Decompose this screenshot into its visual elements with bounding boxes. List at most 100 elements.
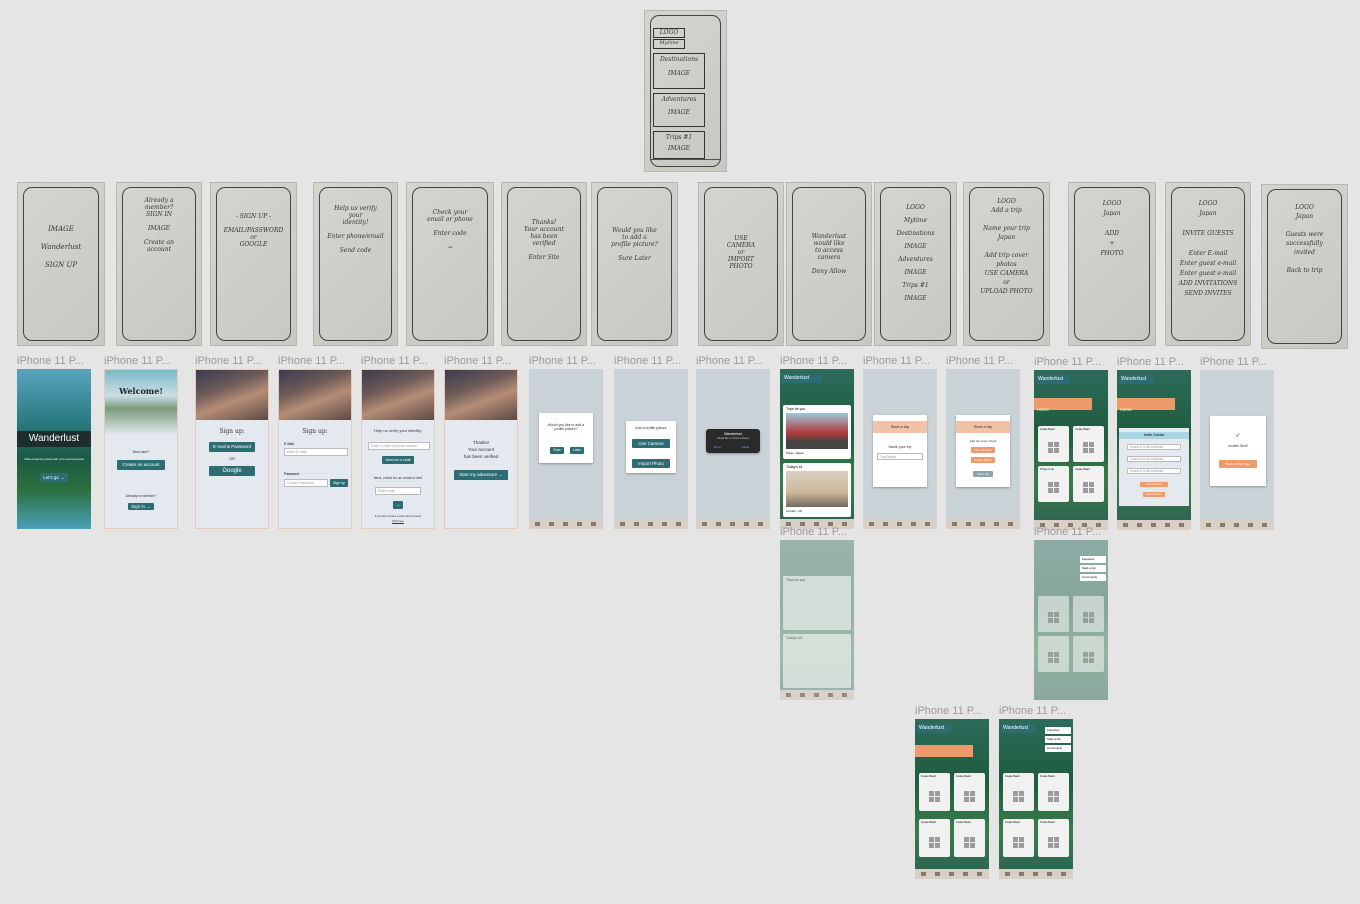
menu-start-trip[interactable]: Start a trip — [1045, 736, 1071, 743]
frame-invite-done[interactable]: ✓ Invites Sent! Back to Trip Page — [1200, 370, 1274, 530]
menu-community[interactable]: Community — [1045, 745, 1071, 752]
frame-label[interactable]: iPhone 11 P... — [999, 705, 1077, 717]
frame-label[interactable]: iPhone 11 P... — [444, 355, 522, 367]
board-tile[interactable]: Create Board — [954, 773, 985, 811]
sketch-7[interactable]: Would you like to add a profile picture?… — [591, 182, 678, 346]
frame-label[interactable]: iPhone 11 P... — [529, 355, 607, 367]
frame-start-trip[interactable]: Start a trip Name your trip Trip Name — [863, 369, 937, 529]
sketch-8[interactable]: USE CAMERA or IMPORT PHOTO — [698, 182, 784, 346]
frame-label[interactable]: iPhone 11 P... — [1034, 526, 1112, 538]
deny-button[interactable]: Deny — [714, 445, 721, 449]
sketch-11[interactable]: LOGO Add a trip Name your trip Japan Add… — [963, 182, 1050, 346]
sketch-6[interactable]: Thanks! Your account has been verified E… — [501, 182, 587, 346]
frame-verify[interactable]: Help us verify your identity: Enter e-ma… — [361, 369, 435, 529]
trips-for-you-card[interactable]: Trips for you Tokyo, Japan — [783, 405, 851, 459]
frame-label[interactable]: iPhone 11 P... — [195, 355, 273, 367]
frame-verified[interactable]: Thanks! Your account has been verified S… — [444, 369, 518, 529]
save-trip-button[interactable]: Save trip — [973, 471, 993, 477]
frame-welcome[interactable]: Welcome! New user? Create an account Alr… — [104, 369, 178, 529]
submit-code-button[interactable]: → — [393, 501, 403, 509]
board-tile[interactable]: Things to do — [1038, 466, 1069, 502]
frame-label[interactable]: iPhone 11 P... — [17, 355, 95, 367]
contact-input[interactable]: Enter e-mail or phone number — [368, 442, 430, 450]
frame-camera-permission[interactable]: Wanderlust Would like to access camera D… — [696, 369, 770, 529]
frame-label[interactable]: iPhone 11 P... — [614, 355, 692, 367]
frame-label[interactable]: iPhone 11 P... — [780, 526, 858, 538]
allow-button[interactable]: Allow — [742, 445, 749, 449]
google-button[interactable]: Google — [209, 466, 255, 476]
frame-label[interactable]: iPhone 11 P... — [946, 355, 1024, 367]
sketch-10[interactable]: LOGO Mytime Destinations IMAGE Adventure… — [874, 182, 957, 346]
todays-top-card[interactable]: Today's #1 London, UK — [783, 463, 851, 517]
sketch-2[interactable]: Already a member? SIGN IN IMAGE Create a… — [116, 182, 202, 346]
frame-splash[interactable]: Wanderlust Make amazing travel with a fu… — [17, 369, 91, 529]
board-tile[interactable]: Create Board — [954, 819, 985, 857]
send-code-button[interactable]: Send me a code — [382, 456, 414, 464]
frame-trip-board-alt[interactable]: Wanderlust Create Board Create Board Cre… — [915, 719, 989, 879]
menu-favorites[interactable]: Favorites — [1045, 727, 1071, 734]
frame-label[interactable]: iPhone 11 P... — [1034, 356, 1112, 368]
sketch-3[interactable]: - SIGN UP - EMAIL/PASSWORD or GOOGLE — [210, 182, 297, 346]
add-invitation-button[interactable]: Add invitation — [1140, 482, 1168, 487]
trip-name-input[interactable]: Trip Name — [877, 453, 923, 460]
menu-community[interactable]: Community — [1080, 574, 1106, 581]
board-tile[interactable]: Create Board — [1073, 466, 1104, 502]
board-tile[interactable]: Create Board — [1038, 426, 1069, 462]
frame-label[interactable]: iPhone 11 P... — [915, 705, 993, 717]
email-password-button[interactable]: E-mail & Password — [209, 442, 255, 452]
use-camera-button[interactable]: Use camera — [971, 447, 995, 453]
resend-link[interactable]: click here — [362, 519, 434, 523]
frame-label[interactable]: iPhone 11 P... — [278, 355, 356, 367]
board-tile[interactable]: Create Board — [1038, 773, 1069, 811]
signup-submit-button[interactable]: Sign up — [330, 479, 348, 487]
sure-button[interactable]: Sure — [550, 447, 564, 454]
send-invites-button[interactable]: Send invites — [1143, 492, 1165, 497]
frame-label[interactable]: iPhone 11 P... — [361, 355, 439, 367]
frame-trip-board[interactable]: Wanderlust PARIS Create Board Create Boa… — [1034, 370, 1108, 530]
menu-start-trip[interactable]: Start a trip — [1080, 565, 1106, 572]
frame-start-trip-photo[interactable]: Start a trip Add trip cover photo Use ca… — [946, 369, 1020, 529]
board-tile[interactable]: Create Board — [1038, 819, 1069, 857]
create-account-button[interactable]: Create an account — [117, 460, 165, 470]
password-input[interactable]: Create Password — [284, 479, 328, 487]
use-camera-button[interactable]: Use Camera — [632, 439, 670, 448]
import-photo-button[interactable]: Import Photo — [632, 459, 670, 468]
frame-invite[interactable]: Wanderlust PARIS Invite Guests Guest e-m… — [1117, 370, 1191, 530]
sketch-12[interactable]: LOGO Japan ADD + PHOTO — [1068, 182, 1156, 346]
sign-in-button[interactable]: Sign in → — [128, 503, 154, 510]
sketch-home-wireframe[interactable]: LOGO Mytime Destinations IMAGE Adventures… — [644, 10, 727, 172]
frame-trip-menu[interactable]: Favorites Start a trip Community — [1034, 540, 1108, 700]
frame-home-menu[interactable]: Trips for you Today's #1 — [780, 540, 854, 700]
start-adventure-button[interactable]: Start my adventure → — [454, 470, 508, 480]
frame-label[interactable]: iPhone 11 P... — [863, 355, 941, 367]
back-to-trip-button[interactable]: Back to Trip Page — [1219, 460, 1257, 468]
sketch-5[interactable]: Check your email or phone Enter code → — [406, 182, 494, 346]
frame-profile-prompt[interactable]: Would you like to add a profile picture?… — [529, 369, 603, 529]
frame-label[interactable]: iPhone 11 P... — [104, 355, 182, 367]
lets-go-button[interactable]: Let's go → — [40, 473, 68, 482]
frame-trip-board-menu[interactable]: Wanderlust Favorites Start a trip Commun… — [999, 719, 1073, 879]
sketch-4[interactable]: Help us verify your identity! Enter phon… — [313, 182, 398, 346]
later-button[interactable]: Later — [570, 447, 584, 454]
board-tile[interactable]: Create Board — [1003, 819, 1034, 857]
frame-profile-choice[interactable]: Add a profile picture Use Camera Import … — [614, 369, 688, 529]
frame-label[interactable]: iPhone 11 P... — [780, 355, 858, 367]
guest-email-input[interactable]: Guest e-mail address — [1127, 468, 1181, 474]
board-tile[interactable]: Create Board — [1003, 773, 1034, 811]
sketch-1[interactable]: IMAGE Wanderlust SIGN UP — [17, 182, 105, 346]
email-input[interactable]: Enter E-mail — [284, 448, 348, 456]
frame-label[interactable]: iPhone 11 P... — [1200, 356, 1278, 368]
code-input[interactable]: Enter code — [375, 487, 421, 495]
import-photo-button[interactable]: Import Photo — [971, 457, 995, 463]
board-tile[interactable]: Create Board — [919, 819, 950, 857]
frame-home[interactable]: Wanderlust Trips for you Tokyo, Japan To… — [780, 369, 854, 529]
guest-email-input[interactable]: Guest e-mail address — [1127, 456, 1181, 462]
sketch-13[interactable]: LOGO Japan INVITE GUESTS Enter E-mail En… — [1165, 182, 1251, 346]
frame-label[interactable]: iPhone 11 P... — [1117, 356, 1195, 368]
sketch-14[interactable]: LOGO Japan Guests were successfully invi… — [1261, 184, 1348, 349]
menu-favorites[interactable]: Favorites — [1080, 556, 1106, 563]
frame-label[interactable]: iPhone 11 P... — [696, 355, 774, 367]
board-tile[interactable]: Create Board — [1073, 426, 1104, 462]
guest-email-input[interactable]: Guest e-mail address — [1127, 444, 1181, 450]
frame-signup[interactable]: Sign up: E-mail & Password OR Google — [195, 369, 269, 529]
